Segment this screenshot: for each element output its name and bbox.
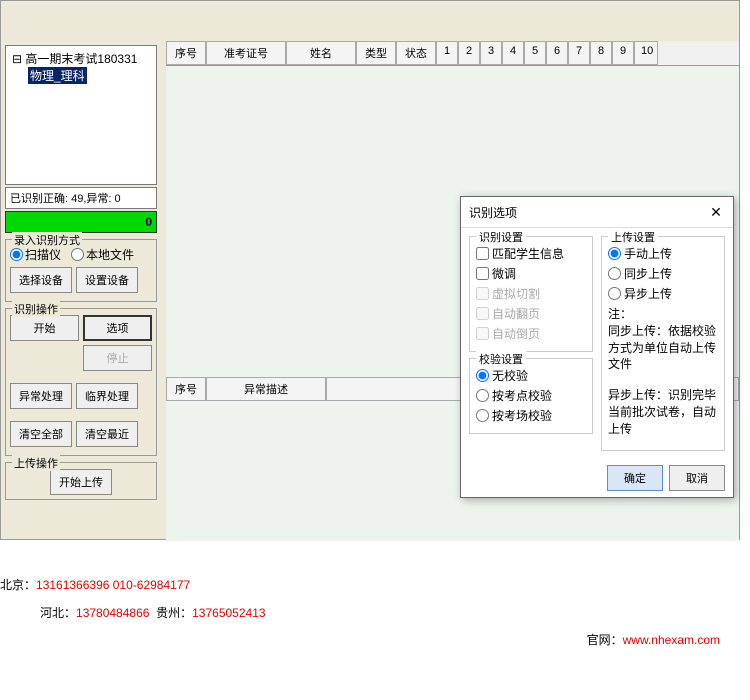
virtual-cut-checkbox: 虚拟切割	[476, 285, 586, 302]
contact-info: 北京：13161366396 010-62984177 河北：137804848…	[0, 575, 750, 658]
upload-ops-group: 上传操作 开始上传	[5, 462, 157, 500]
col-9[interactable]: 9	[612, 41, 634, 65]
upload-ops-legend: 上传操作	[12, 455, 60, 471]
recognition-settings-group: 识别设置 匹配学生信息 微调 虚拟切割 自动翻页 自动倒页	[469, 236, 593, 352]
verify-point-radio[interactable]: 按考点校验	[476, 387, 586, 404]
upload-settings-group: 上传设置 手动上传 同步上传 异步上传 注： 同步上传：依据校验方式为单位自动上…	[601, 236, 725, 451]
auto-reverse-checkbox: 自动倒页	[476, 325, 586, 342]
stop-button: 停止	[83, 345, 152, 371]
top-table-header: 序号 准考证号 姓名 类型 状态 1 2 3 4 5 6 7 8 9 10	[166, 41, 739, 66]
sync-upload-radio[interactable]: 同步上传	[608, 265, 718, 282]
exam-tree[interactable]: ⊟ 高一期末考试180331 物理_理科	[5, 45, 157, 185]
col-seq[interactable]: 序号	[166, 41, 206, 65]
exception-button[interactable]: 异常处理	[10, 383, 72, 409]
input-mode-group: 录入识别方式 扫描仪 本地文件 选择设备 设置设备	[5, 239, 157, 302]
select-device-button[interactable]: 选择设备	[10, 267, 72, 293]
boundary-button[interactable]: 临界处理	[76, 383, 138, 409]
col-1[interactable]: 1	[436, 41, 458, 65]
col-type[interactable]: 类型	[356, 41, 396, 65]
col-4[interactable]: 4	[502, 41, 524, 65]
set-device-button[interactable]: 设置设备	[76, 267, 138, 293]
left-panel: ⊟ 高一期末考试180331 物理_理科 已识别正确: 49,异常: 0 0 录…	[1, 41, 161, 541]
verify-settings-group: 校验设置 无校验 按考点校验 按考场校验	[469, 358, 593, 434]
rec-settings-legend: 识别设置	[476, 229, 526, 245]
col-ticket[interactable]: 准考证号	[206, 41, 286, 65]
clear-all-button[interactable]: 清空全部	[10, 421, 72, 447]
dialog-title-text: 识别选项	[469, 204, 517, 221]
col-10[interactable]: 10	[634, 41, 658, 65]
match-student-checkbox[interactable]: 匹配学生信息	[476, 245, 586, 262]
col-5[interactable]: 5	[524, 41, 546, 65]
async-upload-radio[interactable]: 异步上传	[608, 285, 718, 302]
upload-legend: 上传设置	[608, 229, 658, 245]
start-upload-button[interactable]: 开始上传	[50, 469, 112, 495]
col-7[interactable]: 7	[568, 41, 590, 65]
verify-legend: 校验设置	[476, 351, 526, 367]
fine-tune-checkbox[interactable]: 微调	[476, 265, 586, 282]
ok-button[interactable]: 确定	[607, 465, 663, 491]
clear-recent-button[interactable]: 清空最近	[76, 421, 138, 447]
upload-note: 注： 同步上传：依据校验方式为单位自动上传文件 异步上传：识别完毕当前批次试卷，…	[608, 306, 718, 438]
col-6[interactable]: 6	[546, 41, 568, 65]
options-button[interactable]: 选项	[83, 315, 152, 341]
rec-ops-legend: 识别操作	[12, 301, 60, 317]
cancel-button[interactable]: 取消	[669, 465, 725, 491]
input-mode-legend: 录入识别方式	[12, 232, 82, 248]
verify-room-radio[interactable]: 按考场校验	[476, 407, 586, 424]
close-icon[interactable]: ✕	[707, 203, 725, 221]
manual-upload-radio[interactable]: 手动上传	[608, 245, 718, 262]
local-file-radio[interactable]: 本地文件	[71, 246, 134, 263]
dialog-titlebar[interactable]: 识别选项 ✕	[461, 197, 733, 228]
col2-error[interactable]: 异常描述	[206, 377, 326, 401]
verify-none-radio[interactable]: 无校验	[476, 367, 586, 384]
counter-display: 0	[5, 211, 157, 233]
scanner-radio[interactable]: 扫描仪	[10, 246, 61, 263]
col-8[interactable]: 8	[590, 41, 612, 65]
col-2[interactable]: 2	[458, 41, 480, 65]
options-dialog: 识别选项 ✕ 识别设置 匹配学生信息 微调 虚拟切割 自动翻页 自动倒页 校验设…	[460, 196, 734, 498]
start-button[interactable]: 开始	[10, 315, 79, 341]
col-3[interactable]: 3	[480, 41, 502, 65]
tree-root[interactable]: ⊟ 高一期末考试180331	[10, 50, 152, 67]
col-state[interactable]: 状态	[396, 41, 436, 65]
auto-flip-checkbox: 自动翻页	[476, 305, 586, 322]
col-name[interactable]: 姓名	[286, 41, 356, 65]
tree-child-selected[interactable]: 物理_理科	[28, 67, 87, 84]
recognition-status: 已识别正确: 49,异常: 0	[5, 187, 157, 209]
recognition-ops-group: 识别操作 开始 选项 停止 异常处理 临界处理 清空全部 清空最近	[5, 308, 157, 456]
col2-seq[interactable]: 序号	[166, 377, 206, 401]
